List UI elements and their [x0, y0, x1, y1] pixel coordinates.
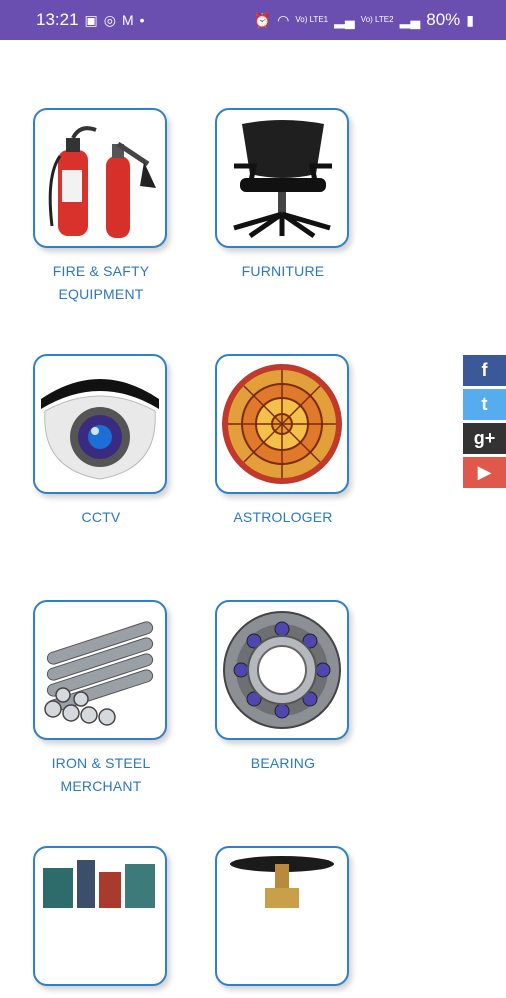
- category-label[interactable]: BEARING: [215, 752, 351, 775]
- category-image-iron-steel[interactable]: [33, 600, 167, 740]
- twitter-icon: t: [481, 394, 488, 414]
- status-bar: 13:21 ▣ ◎ M • ⏰ ◠ Vo) LTE1 ▂▄ Vo) LTE2 ▂…: [0, 0, 506, 40]
- clock: 13:21: [36, 10, 79, 29]
- youtube-icon: ▶: [477, 462, 492, 482]
- machinery-icon: [43, 860, 155, 908]
- category-tile-furniture[interactable]: FURNITURE: [215, 108, 351, 283]
- category-image-furniture[interactable]: [215, 108, 349, 248]
- signal-icon: ▂▄: [399, 12, 421, 28]
- category-tile-iron-steel[interactable]: IRON & STEEL MERCHANT: [33, 600, 169, 798]
- facebook-icon: f: [481, 360, 488, 380]
- category-image-bearing[interactable]: [215, 600, 349, 740]
- category-tile-bearing[interactable]: BEARING: [215, 600, 351, 775]
- ball-bearing-icon: [223, 611, 341, 729]
- youtube-button[interactable]: ▶: [463, 457, 506, 488]
- category-label[interactable]: CCTV: [33, 506, 169, 529]
- more-notifications-icon: •: [139, 12, 145, 28]
- category-image-cctv[interactable]: [33, 354, 167, 494]
- category-image-7[interactable]: [33, 846, 167, 986]
- category-image-astrologer[interactable]: [215, 354, 349, 494]
- fire-extinguisher-icon: [48, 126, 156, 238]
- status-right: ⏰ ◠ Vo) LTE1 ▂▄ Vo) LTE2 ▂▄ 80% ▮: [254, 10, 474, 30]
- twitter-button[interactable]: t: [463, 389, 506, 420]
- gallery-icon: ▣: [84, 12, 98, 28]
- social-share-bar: f t g+ ▶: [463, 355, 506, 491]
- google-plus-button[interactable]: g+: [463, 423, 506, 454]
- network-label-1: Vo) LTE1: [295, 15, 329, 24]
- category-image-8[interactable]: [215, 846, 349, 986]
- category-tile-fire-safety[interactable]: FIRE & SAFTY EQUIPMENT: [33, 108, 169, 306]
- category-label[interactable]: FIRE & SAFTY EQUIPMENT: [33, 260, 169, 306]
- battery-percent: 80%: [426, 10, 461, 29]
- cctv-camera-icon: [41, 379, 159, 480]
- category-image-fire-safety[interactable]: [33, 108, 167, 248]
- battery-icon: ▮: [466, 12, 474, 28]
- category-tile-8[interactable]: [215, 846, 351, 998]
- zodiac-wheel-icon: [222, 364, 342, 484]
- category-tile-astrologer[interactable]: ASTROLOGER: [215, 354, 351, 529]
- category-label[interactable]: ASTROLOGER: [215, 506, 351, 529]
- category-tile-cctv[interactable]: CCTV: [33, 354, 169, 529]
- category-tile-7[interactable]: [33, 846, 169, 998]
- whatsapp-icon: ◎: [103, 12, 116, 28]
- gmail-icon: M: [122, 12, 134, 28]
- valve-icon: [230, 856, 334, 908]
- wifi-icon: ◠: [277, 12, 290, 28]
- steel-pipes-icon: [44, 621, 154, 726]
- office-chair-icon: [233, 120, 332, 239]
- google-plus-icon: g+: [473, 428, 496, 448]
- signal-icon: ▂▄: [334, 12, 355, 28]
- status-left: 13:21 ▣ ◎ M •: [36, 10, 145, 30]
- alarm-icon: ⏰: [253, 12, 272, 28]
- network-label-2: Vo) LTE2: [360, 15, 394, 24]
- facebook-button[interactable]: f: [463, 355, 506, 386]
- category-label[interactable]: IRON & STEEL MERCHANT: [33, 752, 169, 798]
- category-label[interactable]: FURNITURE: [215, 260, 351, 283]
